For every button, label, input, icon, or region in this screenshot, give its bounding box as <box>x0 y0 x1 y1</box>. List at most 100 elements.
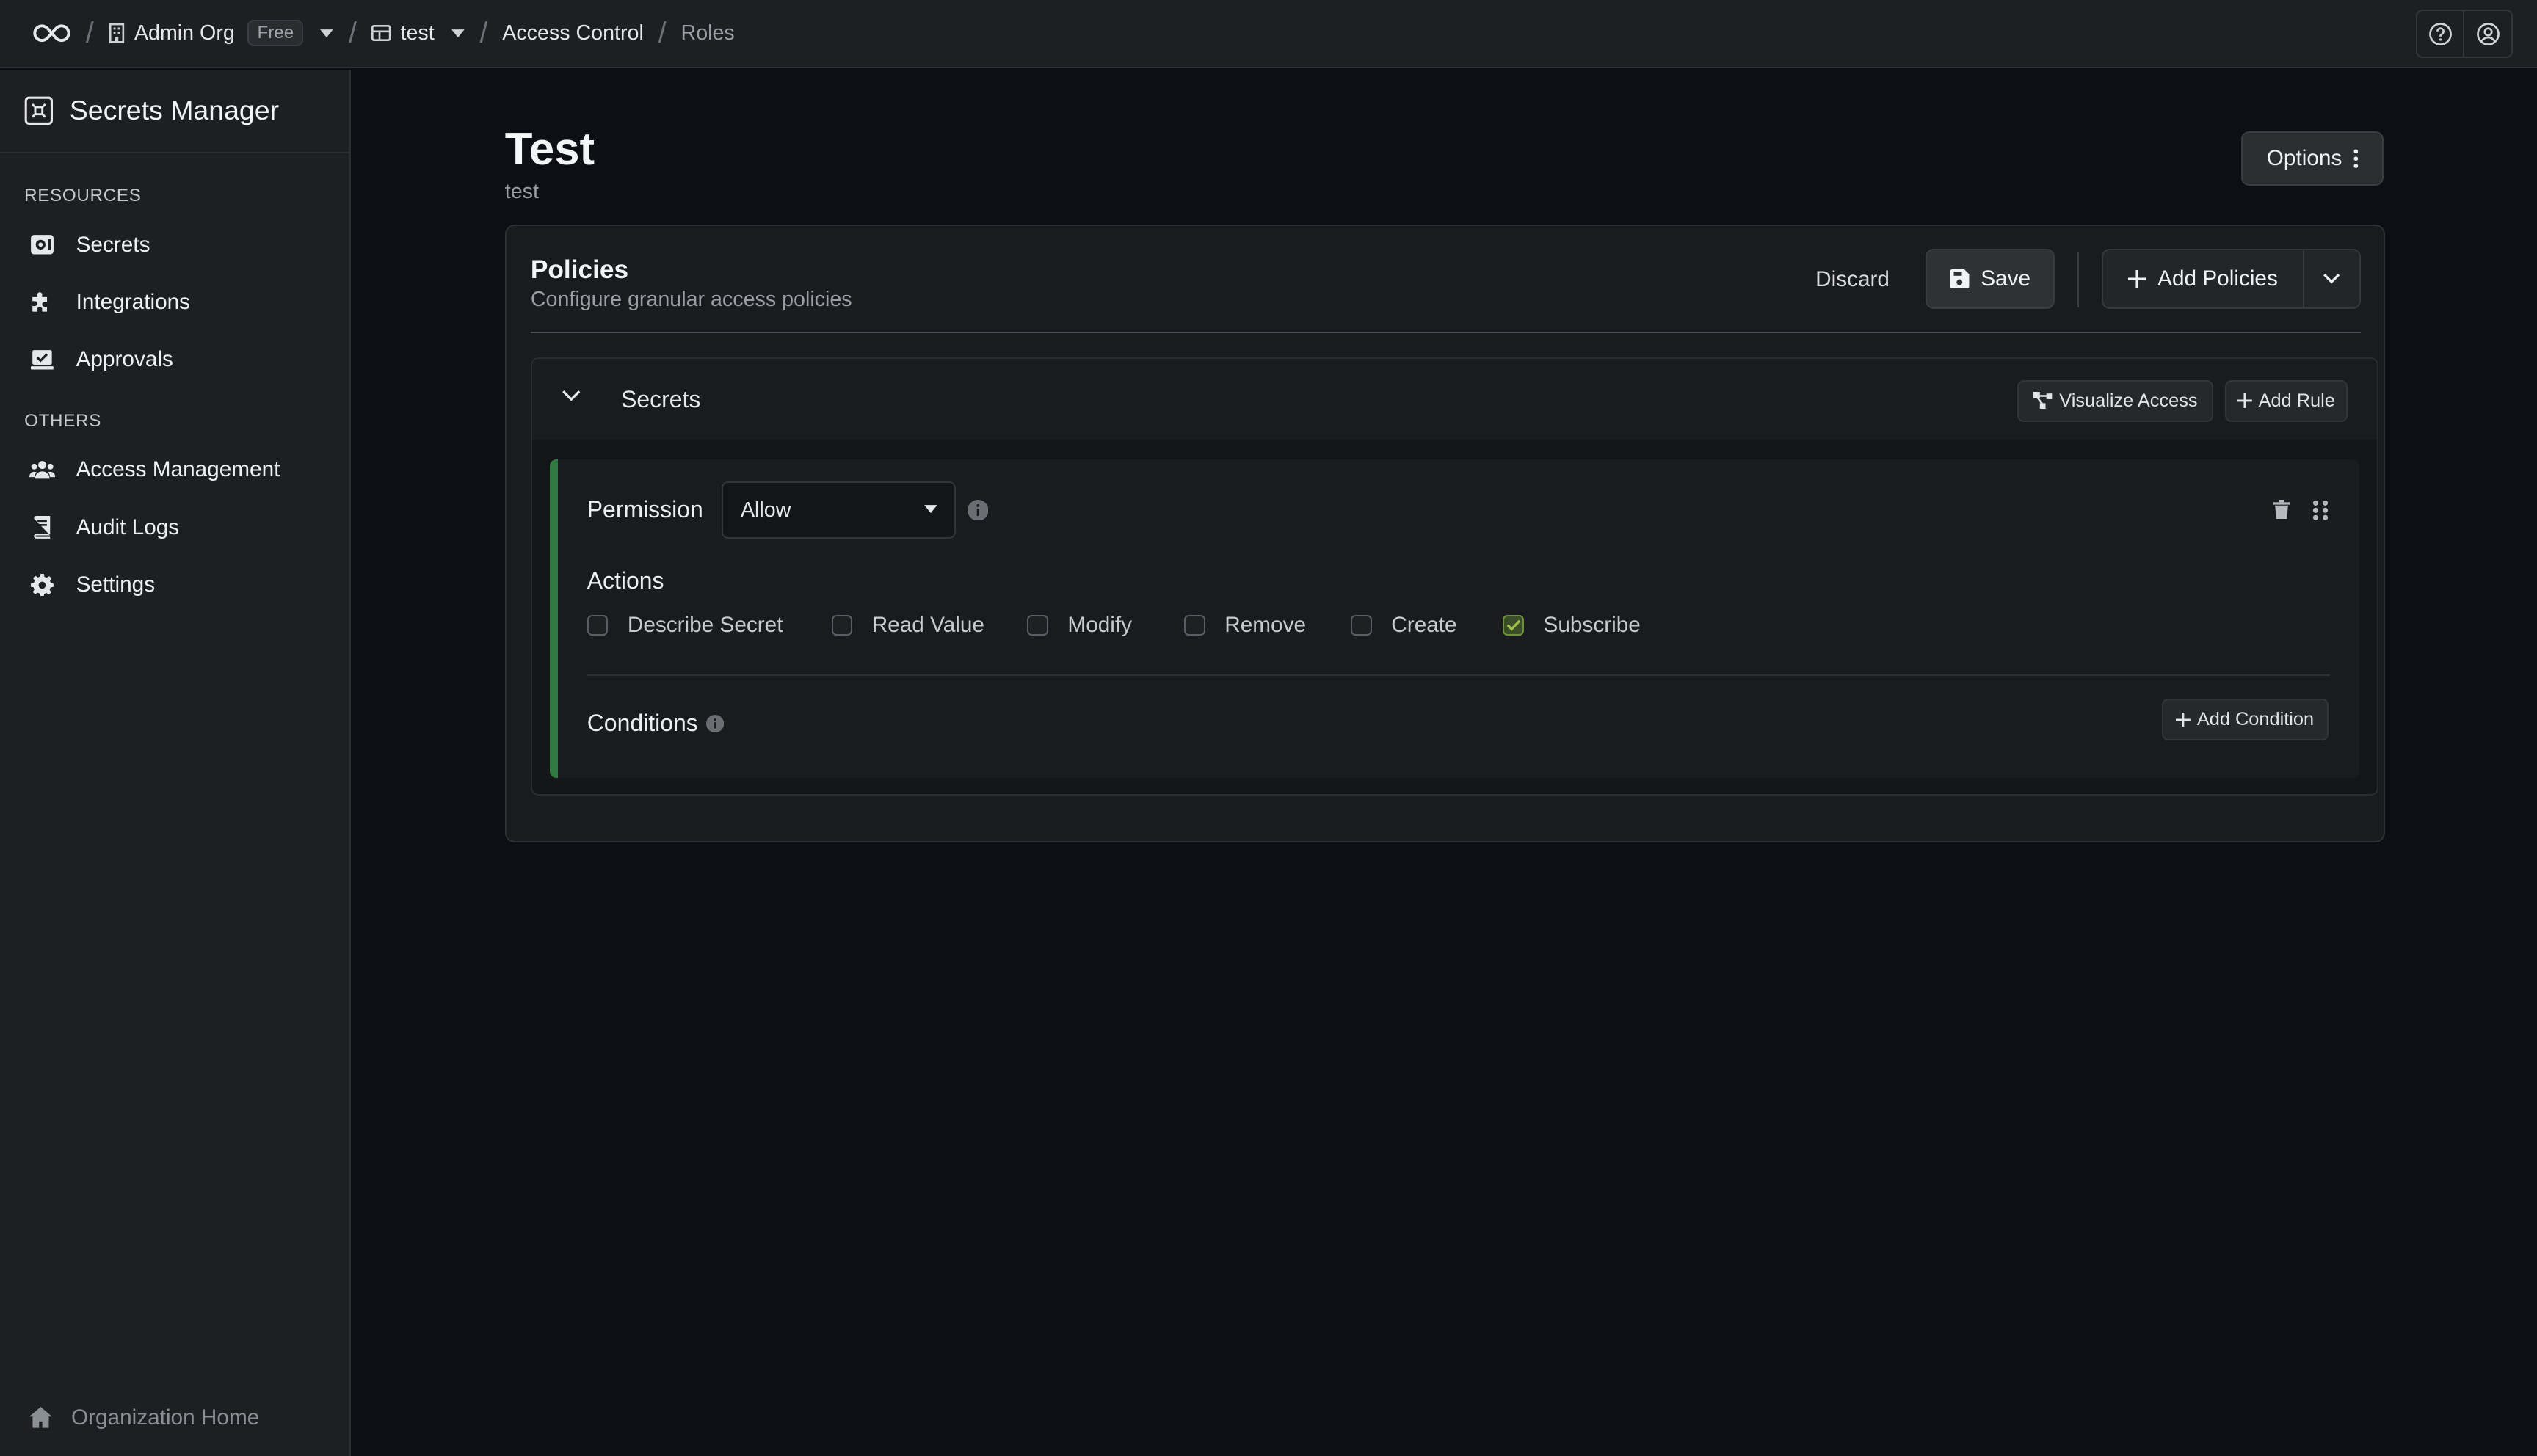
breadcrumb-roles: Roles <box>680 21 735 45</box>
checkbox-box[interactable] <box>1184 614 1205 636</box>
floppy-disk-icon <box>1950 269 1970 289</box>
sidebar-item-audit-logs[interactable]: Audit Logs <box>0 499 349 556</box>
actions-label: Actions <box>587 567 664 594</box>
help-button[interactable] <box>2416 10 2465 59</box>
sidebar-item-integrations[interactable]: Integrations <box>0 274 349 331</box>
gear-icon <box>29 572 55 597</box>
sidebar-item-label: Audit Logs <box>76 514 180 539</box>
drag-handle-icon[interactable] <box>2312 500 2329 521</box>
policies-divider <box>530 331 2361 333</box>
checkbox-box[interactable] <box>587 614 609 636</box>
top-bar: / Admin Org Free / test / Access Control… <box>0 0 2537 68</box>
toolbar-divider <box>2077 252 2080 307</box>
organization-home-link[interactable]: Organization Home <box>29 1405 259 1430</box>
secrets-icon <box>29 232 55 258</box>
home-icon <box>29 1407 52 1428</box>
chevron-down-icon <box>2323 274 2340 284</box>
table-icon <box>371 25 391 42</box>
sidebar-item-secrets[interactable]: Secrets <box>0 216 349 274</box>
add-policies-label: Add Policies <box>2157 266 2278 291</box>
checkbox-box-checked[interactable] <box>1503 614 1525 636</box>
trash-icon[interactable] <box>2273 499 2290 520</box>
info-icon[interactable] <box>705 714 724 732</box>
sidebar-item-access-management[interactable]: Access Management <box>0 441 349 498</box>
caret-down-icon <box>923 504 938 514</box>
checkbox-box[interactable] <box>1351 614 1372 636</box>
save-button[interactable]: Save <box>1926 249 2055 309</box>
conditions-text: Conditions <box>587 710 698 737</box>
users-icon <box>29 457 55 483</box>
checkbox-label: Modify <box>1067 613 1133 638</box>
product-title: Secrets Manager <box>0 70 350 154</box>
secrets-policy-section: Secrets Visualize Access Add Rule Permis… <box>530 357 2379 796</box>
org-name: Admin Org <box>134 21 235 45</box>
question-circle-icon <box>2428 22 2452 46</box>
add-condition-button[interactable]: Add Condition <box>2161 698 2329 741</box>
checkbox-label: Create <box>1391 613 1457 638</box>
add-policies-button[interactable]: Add Policies <box>2103 250 2305 307</box>
add-rule-label: Add Rule <box>2258 390 2335 411</box>
breadcrumb-access-control[interactable]: Access Control <box>502 21 644 46</box>
add-condition-label: Add Condition <box>2196 709 2315 730</box>
sidebar-item-approvals[interactable]: Approvals <box>0 331 349 388</box>
options-label: Options <box>2266 146 2342 171</box>
sidebar-item-label: Settings <box>76 572 156 597</box>
secrets-section-title[interactable]: Secrets <box>621 386 700 413</box>
policies-subtitle: Configure granular access policies <box>530 288 852 312</box>
permission-select[interactable]: Allow <box>721 481 957 539</box>
secrets-section-header: Secrets Visualize Access Add Rule <box>531 358 2378 440</box>
plus-icon <box>2176 712 2191 727</box>
breadcrumb-separator: / <box>479 16 488 49</box>
checkbox-label: Describe Secret <box>627 613 783 638</box>
infinity-logo-icon[interactable] <box>32 21 71 46</box>
visualize-access-button[interactable]: Visualize Access <box>2017 379 2214 422</box>
chevron-down-icon[interactable] <box>562 390 581 403</box>
discard-button[interactable]: Discard <box>1815 267 1890 292</box>
puzzle-icon <box>29 289 55 315</box>
user-circle-icon <box>2476 22 2500 46</box>
sidebar-item-label: Access Management <box>76 457 280 482</box>
book-icon <box>29 514 55 540</box>
action-describe-secret-checkbox[interactable]: Describe Secret <box>587 613 783 638</box>
caret-down-icon[interactable] <box>451 29 465 38</box>
add-rule-button[interactable]: Add Rule <box>2224 379 2348 422</box>
org-switcher[interactable]: Admin Org Free <box>109 20 335 47</box>
vertical-dots-icon <box>2353 149 2359 168</box>
save-label: Save <box>1981 266 2031 291</box>
options-button[interactable]: Options <box>2241 131 2384 186</box>
rule-divider <box>587 674 2330 676</box>
sidebar-item-label: Secrets <box>76 232 150 257</box>
user-menu-button[interactable] <box>2464 10 2514 59</box>
project-switcher[interactable]: test <box>371 21 465 46</box>
checkbox-label: Remove <box>1224 613 1307 638</box>
permission-label: Permission <box>587 496 703 523</box>
topbar-actions <box>2416 10 2514 59</box>
sidebar-item-label: Integrations <box>76 289 191 314</box>
sidebar-item-label: Approvals <box>76 347 173 372</box>
visualize-access-label: Visualize Access <box>2059 390 2198 411</box>
action-read-value-checkbox[interactable]: Read Value <box>831 613 984 638</box>
approval-icon <box>29 346 55 372</box>
section-resources: RESOURCES <box>24 186 142 206</box>
checkbox-label: Read Value <box>871 613 984 638</box>
project-name: test <box>400 21 435 45</box>
plan-badge: Free <box>247 20 304 47</box>
action-modify-checkbox[interactable]: Modify <box>1027 613 1132 638</box>
action-create-checkbox[interactable]: Create <box>1351 613 1457 638</box>
permission-value: Allow <box>740 498 791 522</box>
actions-checkbox-row: Describe Secret Read Value Modify Remove <box>587 613 2303 638</box>
graph-icon <box>2033 392 2053 410</box>
checkbox-box[interactable] <box>1027 614 1048 636</box>
add-policies-dropdown-button[interactable] <box>2304 250 2359 307</box>
vault-icon <box>24 96 54 125</box>
sidebar-item-settings[interactable]: Settings <box>0 556 349 614</box>
checkbox-box[interactable] <box>831 614 853 636</box>
section-others: OTHERS <box>24 411 102 432</box>
action-remove-checkbox[interactable]: Remove <box>1184 613 1306 638</box>
policy-rule: Permission Allow Actions Describe Secret… <box>550 459 2359 778</box>
add-policies-split-button: Add Policies <box>2102 249 2361 309</box>
breadcrumb-separator: / <box>85 16 94 49</box>
action-subscribe-checkbox[interactable]: Subscribe <box>1503 613 1641 638</box>
caret-down-icon[interactable] <box>319 29 334 38</box>
info-icon[interactable] <box>967 499 989 521</box>
